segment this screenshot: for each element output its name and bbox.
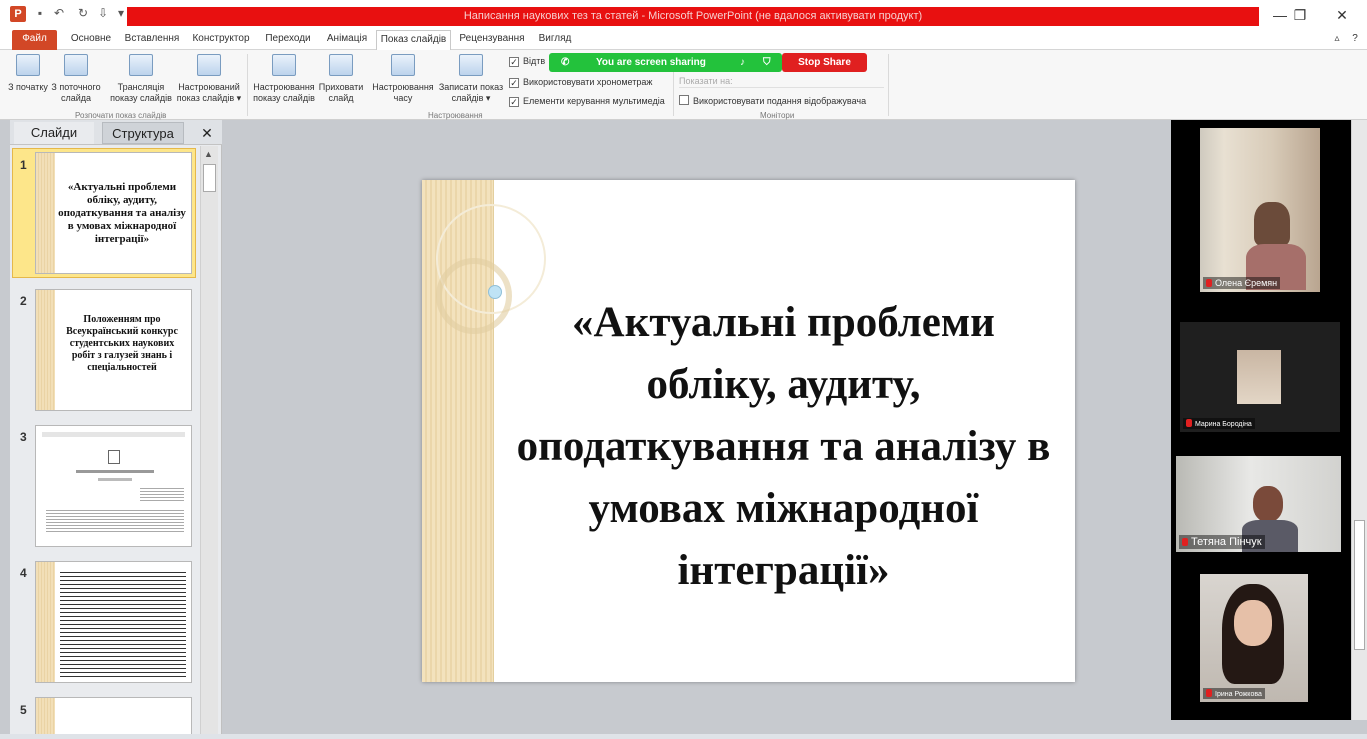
record-slideshow-button[interactable]: Записати показ слайдів ▾ [438, 54, 504, 104]
slide-thumbnail-1[interactable]: «Актуальні проблеми обліку, аудиту, опод… [35, 152, 192, 274]
slide-thumbnail-2[interactable]: Положенням про Всеукраїнський конкурс ст… [35, 289, 192, 411]
participant-video-2[interactable]: Марина Бородіна [1180, 322, 1340, 432]
scroll-up-icon[interactable]: ▲ [204, 149, 213, 159]
slides-scrollbar[interactable]: ▲ [200, 146, 218, 739]
tab-home[interactable]: Основне [64, 30, 118, 50]
scroll-thumb[interactable] [1354, 520, 1365, 650]
stop-share-button[interactable]: Stop Share [782, 53, 867, 72]
show-on-dropdown[interactable]: Показати на: [679, 74, 884, 88]
participant-video-3[interactable]: Тетяна Пінчук [1176, 456, 1341, 552]
participant-video-1[interactable]: Олена Єремян [1200, 128, 1320, 292]
slideshow-current-icon [64, 54, 88, 76]
participant-avatar [1237, 350, 1281, 404]
slideshow-start-icon [16, 54, 40, 76]
tab-outline[interactable]: Структура [102, 122, 184, 144]
participant-name: Олена Єремян [1203, 277, 1281, 289]
redo-icon[interactable]: ↻ [76, 6, 90, 20]
main-slide-canvas[interactable]: «Актуальні проблеми обліку, аудиту, опод… [422, 180, 1075, 682]
muted-mic-icon [1182, 538, 1188, 546]
group-separator [247, 54, 248, 116]
slide-title[interactable]: «Актуальні проблеми обліку, аудиту, опод… [504, 292, 1063, 602]
custom-show-icon [197, 54, 221, 76]
slide-thumbnail-3[interactable] [35, 425, 192, 547]
from-current-slide-button[interactable]: З поточного слайда [50, 54, 102, 104]
ribbon-tabs: Файл Основне Вставлення Конструктор Пере… [0, 28, 1367, 51]
hide-slide-button[interactable]: Приховати слайд [318, 54, 364, 104]
sharing-status: You are screen sharing [596, 57, 706, 68]
powerpoint-app-icon[interactable]: P [10, 6, 26, 22]
media-controls-checkbox[interactable]: ✓ Елементи керування мультимедіа [509, 94, 665, 108]
scroll-thumb[interactable] [203, 164, 216, 192]
slide-number: 3 [20, 430, 27, 444]
setup-icon [272, 54, 296, 76]
mic-icon[interactable]: ♪ [740, 53, 745, 72]
panel-tabs: Слайди Структура ✕ [10, 120, 222, 145]
screen-sharing-bar: ✆ You are screen sharing ♪ ⛉ [549, 53, 782, 72]
broadcast-slideshow-button[interactable]: Трансляція показу слайдів [108, 54, 174, 104]
rehearse-timings-button[interactable]: Настроювання часу [370, 54, 436, 104]
participant-video-4[interactable]: Ірина Рожкова [1200, 574, 1308, 702]
timer-icon [391, 54, 415, 76]
help-icon[interactable]: ? [1348, 30, 1362, 50]
restore-button[interactable]: ❐ [1280, 4, 1320, 26]
tab-animations[interactable]: Анімація [322, 30, 372, 50]
group-label-setup: Настроювання [428, 111, 483, 120]
shield-icon: ✆ [561, 57, 570, 68]
close-window-button[interactable]: ✕ [1322, 4, 1362, 26]
window-title: Написання наукових тез та статей - Micro… [127, 7, 1259, 26]
security-icon[interactable]: ⛉ [763, 53, 771, 72]
main-scrollbar[interactable] [1351, 120, 1367, 720]
slide-thumbnail-4[interactable] [35, 561, 192, 683]
tab-transitions[interactable]: Переходи [259, 30, 317, 50]
muted-mic-icon [1186, 419, 1192, 427]
slide-thumbnail-5[interactable] [35, 697, 192, 739]
participant-name: Тетяна Пінчук [1179, 535, 1265, 549]
group-label-monitors: Монітори [760, 111, 795, 120]
quick-access-dropdown-icon[interactable]: ▾ [114, 6, 128, 20]
tab-file[interactable]: Файл [12, 30, 57, 50]
from-beginning-button[interactable]: З початку [8, 54, 48, 93]
emblem-icon [108, 450, 120, 464]
customize-icon[interactable]: ⇩ [96, 6, 110, 20]
custom-slideshow-button[interactable]: Настроюваний показ слайдів ▾ [176, 54, 242, 104]
participant-name: Ірина Рожкова [1203, 688, 1265, 699]
tab-view[interactable]: Вигляд [533, 30, 577, 50]
tab-review[interactable]: Рецензування [456, 30, 528, 50]
ribbon-minimize-icon[interactable]: ▵ [1330, 30, 1344, 50]
participant-name: Марина Бородіна [1183, 418, 1255, 429]
slide-number: 5 [20, 703, 27, 717]
group-separator [888, 54, 889, 116]
group-label-start: Розпочати показ слайдів [75, 111, 167, 120]
status-bar [0, 734, 1367, 739]
slide-number: 1 [20, 158, 27, 172]
tab-slides[interactable]: Слайди [14, 122, 94, 144]
presenter-view-checkbox[interactable]: Використовувати подання відображувача [679, 94, 866, 108]
tab-slideshow[interactable]: Показ слайдів [376, 30, 451, 51]
record-icon [459, 54, 483, 76]
play-narrations-checkbox[interactable]: ✓ Відтв [509, 54, 545, 68]
save-icon[interactable]: ▪ [33, 6, 47, 20]
slide-number: 4 [20, 566, 27, 580]
use-timings-checkbox[interactable]: ✓ Використовувати хронометраж [509, 75, 652, 89]
decorative-dot [488, 285, 502, 299]
hide-slide-icon [329, 54, 353, 76]
tab-design[interactable]: Конструктор [189, 30, 253, 50]
broadcast-icon [129, 54, 153, 76]
close-panel-icon[interactable]: ✕ [196, 122, 218, 144]
muted-mic-icon [1206, 279, 1212, 287]
slide-number: 2 [20, 294, 27, 308]
muted-mic-icon [1206, 689, 1212, 697]
tab-insert[interactable]: Вставлення [121, 30, 183, 50]
setup-slideshow-button[interactable]: Настроювання показу слайдів [250, 54, 318, 104]
undo-icon[interactable]: ↶ [52, 6, 66, 20]
